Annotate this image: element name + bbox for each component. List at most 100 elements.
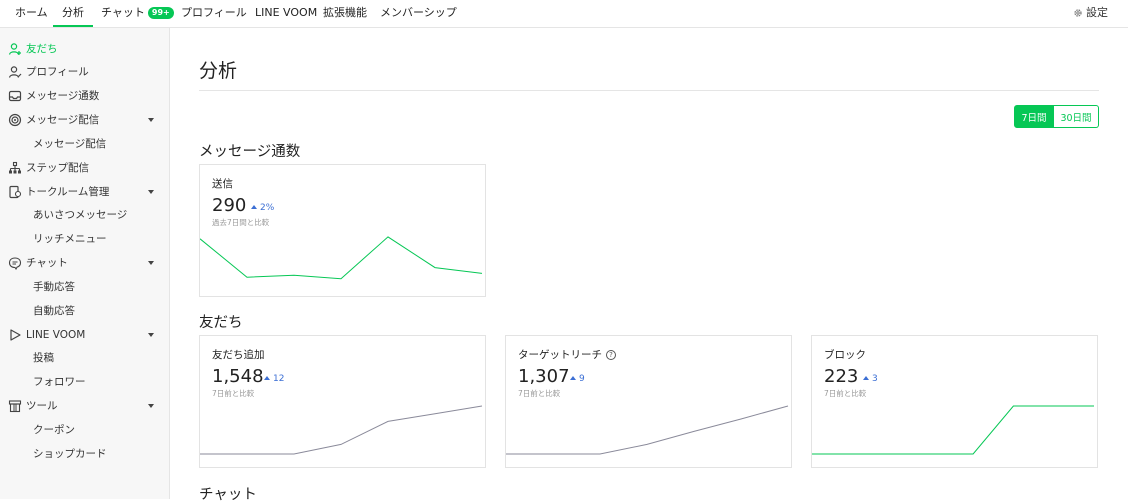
sidebar-item-chat[interactable]: チャット xyxy=(0,253,170,273)
card-value: 1,307 xyxy=(518,366,570,387)
sidebar-subitem-coupon[interactable]: クーポン xyxy=(0,420,170,440)
divider xyxy=(199,90,1099,91)
sparkline-sent xyxy=(200,236,483,280)
gear-icon xyxy=(1074,9,1082,17)
card-delta: 3 xyxy=(863,374,878,384)
step-icon xyxy=(9,161,21,174)
talkroom-icon xyxy=(9,185,22,199)
sidebar-item-label: ステップ配信 xyxy=(26,162,89,174)
sidebar-item-label: チャット xyxy=(26,257,68,269)
sidebar-item-profile[interactable]: プロフィール xyxy=(0,62,170,82)
sidebar: 友だち プロフィール メッセージ通数 メッセージ配信 メッセージ配信 ステップ配… xyxy=(0,28,170,499)
sidebar-item-talkroom[interactable]: トークルーム管理 xyxy=(0,182,170,202)
chat-unread-badge: 99+ xyxy=(147,7,174,19)
sidebar-item-label: メッセージ通数 xyxy=(26,90,100,102)
tab-analytics[interactable]: 分析 xyxy=(53,0,93,27)
card-title-text: ターゲットリーチ xyxy=(518,349,602,361)
sidebar-item-step-delivery[interactable]: ステップ配信 xyxy=(0,158,170,178)
inbox-icon xyxy=(8,90,22,102)
section-title-messages: メッセージ通数 xyxy=(199,144,301,160)
tab-chat[interactable]: チャット 99+ xyxy=(101,0,174,27)
tab-membership[interactable]: メンバーシップ xyxy=(380,0,457,27)
card-compare-note: 7日前と比較 xyxy=(824,389,867,398)
tab-extensions[interactable]: 拡張機能 xyxy=(323,0,367,27)
card-compare-note: 7日前と比較 xyxy=(518,389,561,398)
sparkline-target-reach-line xyxy=(506,405,789,455)
tab-line-voom[interactable]: LINE VOOM xyxy=(255,0,317,27)
sparkline-friends-added-line xyxy=(200,405,483,455)
card-title: ターゲットリーチ? xyxy=(518,347,616,362)
card-title: 送信 xyxy=(212,178,233,190)
sidebar-subitem-greeting[interactable]: あいさつメッセージ xyxy=(0,205,170,225)
settings-link[interactable]: 設定 xyxy=(1073,0,1108,27)
card-delta-value: 2% xyxy=(260,203,275,213)
sidebar-item-label: トークルーム管理 xyxy=(26,186,110,198)
sidebar-item-label: LINE VOOM xyxy=(26,329,86,341)
stat-card-blocked[interactable]: ブロック 223 3 7日前と比較 xyxy=(811,335,1098,468)
stat-card-sent[interactable]: 送信 290 2% 過去7日間と比較 xyxy=(199,164,486,297)
sidebar-item-label: プロフィール xyxy=(26,66,89,78)
sidebar-item-message-count[interactable]: メッセージ通数 xyxy=(0,86,170,106)
card-value: 1,548 xyxy=(212,366,264,387)
help-icon[interactable]: ? xyxy=(606,350,616,360)
period-7-days-button[interactable]: 7日間 xyxy=(1014,105,1054,128)
sidebar-subitem-auto-response[interactable]: 自動応答 xyxy=(0,301,170,321)
triangle-up-icon xyxy=(570,376,576,380)
add-friend-icon xyxy=(8,43,21,55)
sidebar-subitem-posts[interactable]: 投稿 xyxy=(0,348,170,368)
settings-label: 設定 xyxy=(1086,6,1108,19)
chevron-down-icon xyxy=(148,261,154,265)
page-title: 分析 xyxy=(199,60,238,82)
sidebar-item-label: 友だち xyxy=(26,43,58,55)
sidebar-item-tools[interactable]: ツール xyxy=(0,396,170,416)
sparkline-sent-line xyxy=(200,236,483,280)
card-compare-note: 過去7日間と比較 xyxy=(212,218,270,227)
triangle-up-icon xyxy=(264,376,270,380)
main-content: 分析 7日間 30日間 メッセージ通数 送信 290 2% 過去7日間と比較 友… xyxy=(171,28,1128,503)
card-delta: 9 xyxy=(570,374,585,384)
card-title: 友だち追加 xyxy=(212,349,265,361)
period-toggle: 7日間 30日間 xyxy=(1014,105,1099,128)
sidebar-item-label: クーポン xyxy=(33,424,75,436)
sidebar-subitem-rich-menu[interactable]: リッチメニュー xyxy=(0,229,170,249)
tab-profile[interactable]: プロフィール xyxy=(181,0,247,27)
sidebar-item-label: 手動応答 xyxy=(33,281,75,293)
card-delta-value: 9 xyxy=(579,374,585,384)
sidebar-item-label: リッチメニュー xyxy=(33,233,107,245)
stat-card-target-reach[interactable]: ターゲットリーチ? 1,307 9 7日前と比較 xyxy=(505,335,792,468)
sidebar-subitem-manual-response[interactable]: 手動応答 xyxy=(0,277,170,297)
card-value: 290 xyxy=(212,195,247,216)
sidebar-item-label: 自動応答 xyxy=(33,305,75,317)
stat-card-friends-added[interactable]: 友だち追加 1,548 12 7日前と比較 xyxy=(199,335,486,468)
card-delta-value: 3 xyxy=(872,374,878,384)
sidebar-item-friends[interactable]: 友だち xyxy=(0,39,170,59)
card-delta-value: 12 xyxy=(273,374,285,384)
tab-chat-label: チャット xyxy=(101,6,145,19)
sidebar-item-label: ショップカード xyxy=(33,448,107,460)
card-delta: 2% xyxy=(251,203,274,213)
profile-icon xyxy=(8,66,22,78)
chevron-down-icon xyxy=(148,333,154,337)
card-compare-note: 7日前と比較 xyxy=(212,389,255,398)
sidebar-subitem-followers[interactable]: フォロワー xyxy=(0,372,170,392)
section-title-friends: 友だち xyxy=(199,315,243,331)
sidebar-item-message-delivery[interactable]: メッセージ配信 xyxy=(0,110,170,130)
sidebar-item-label: 投稿 xyxy=(33,352,54,364)
card-title: ブロック xyxy=(824,349,866,361)
card-value: 223 xyxy=(824,366,859,387)
broadcast-icon xyxy=(8,113,22,127)
sidebar-subitem-shop-card[interactable]: ショップカード xyxy=(0,444,170,464)
sidebar-item-label: ツール xyxy=(26,400,58,412)
sidebar-item-label: あいさつメッセージ xyxy=(33,209,128,221)
triangle-up-icon xyxy=(863,376,869,380)
tool-icon xyxy=(8,400,22,413)
sidebar-item-line-voom[interactable]: LINE VOOM xyxy=(0,325,170,345)
section-title-chat: チャット xyxy=(199,487,257,503)
sidebar-subitem-message-delivery[interactable]: メッセージ配信 xyxy=(0,134,170,154)
chevron-down-icon xyxy=(148,118,154,122)
sidebar-item-label: フォロワー xyxy=(33,376,86,388)
sidebar-item-label: メッセージ配信 xyxy=(26,114,100,126)
chevron-down-icon xyxy=(148,190,154,194)
tab-home[interactable]: ホーム xyxy=(15,0,48,27)
period-30-days-button[interactable]: 30日間 xyxy=(1054,105,1099,128)
